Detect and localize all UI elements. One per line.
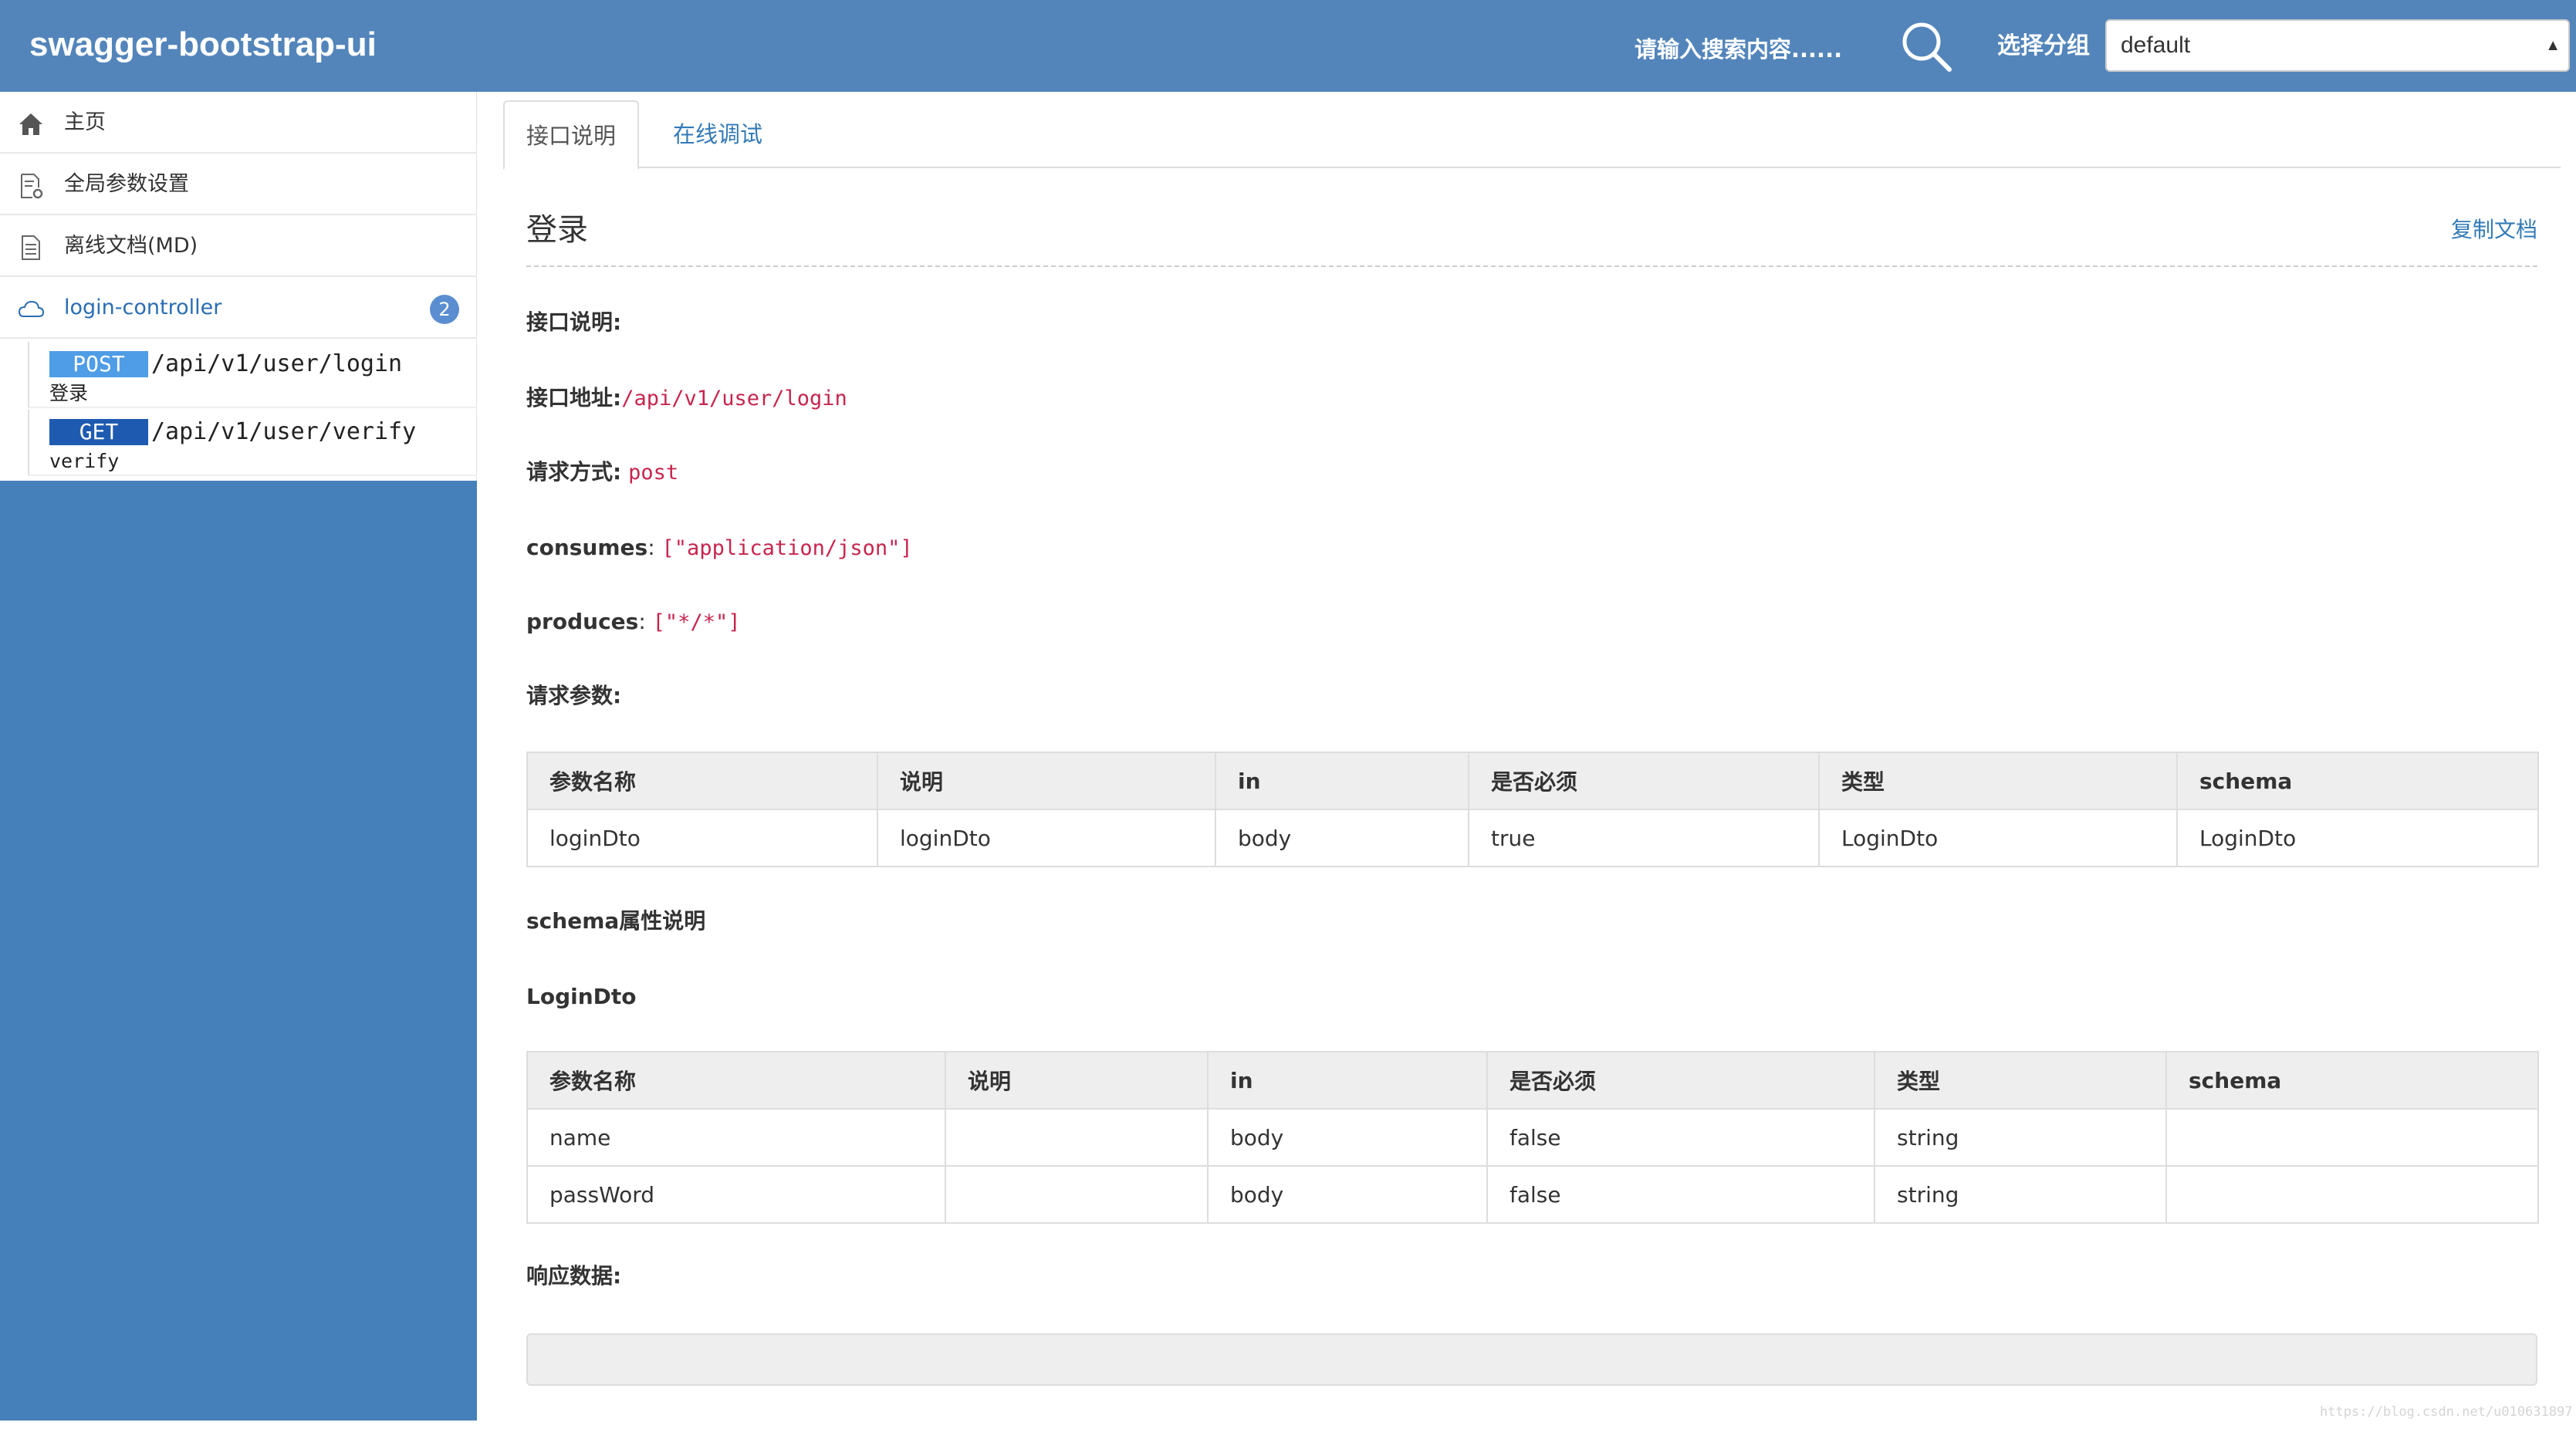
table-header-cell: schema [2165, 1051, 2539, 1110]
group-select[interactable]: default ▲ [2105, 19, 2570, 72]
search-input[interactable]: 请输入搜索内容...... [1635, 34, 1842, 65]
group-select-label: 选择分组 [1997, 32, 2090, 59]
api-summary: verify [49, 450, 120, 472]
table-header-cell: 说明 [877, 752, 1216, 810]
table-header-cell: 说明 [945, 1051, 1209, 1110]
tab-debug[interactable]: 在线调试 [664, 100, 772, 170]
method-label: 请求方式: [526, 459, 622, 485]
produces-field: produces: ["*/*"] [526, 609, 741, 634]
api-summary: 登录 [49, 382, 89, 404]
consumes-field: consumes: ["application/json"] [526, 535, 913, 560]
table-cell [2165, 1108, 2539, 1167]
schema-section-heading: schema属性说明 [526, 906, 705, 937]
sidebar: 主页 全局参数设置 离线文档(MD) login-controller 2 PO… [0, 92, 477, 1421]
sidebar-item-login-controller[interactable]: login-controller [0, 277, 477, 339]
sidebar-menu: 主页 全局参数设置 离线文档(MD) login-controller 2 PO… [0, 92, 477, 481]
consumes-value: ["application/json"] [661, 536, 913, 560]
search-icon[interactable] [1897, 17, 1956, 76]
schema-name: LoginDto [526, 984, 637, 1009]
produces-label: produces [526, 609, 639, 634]
response-label: 响应数据: [526, 1263, 622, 1289]
desc-label: 接口说明: [526, 309, 622, 335]
table-row: name body false string [526, 1108, 2539, 1167]
api-item-verify[interactable]: GET /api/v1/user/verify verify [28, 410, 477, 476]
watermark: https://blog.csdn.net/u010631897 [2320, 1404, 2573, 1420]
sidebar-item-label: 主页 [64, 110, 106, 134]
table-cell [2165, 1165, 2539, 1224]
settings-doc-icon [21, 174, 43, 199]
response-heading: 响应数据: [526, 1261, 621, 1292]
sidebar-item-label: login-controller [64, 296, 222, 319]
sidebar-item-offline-doc[interactable]: 离线文档(MD) [0, 215, 477, 277]
title-divider [526, 265, 2537, 267]
schema-section-label: schema属性说明 [526, 908, 706, 934]
table-cell: string [1874, 1108, 2167, 1167]
brand-title[interactable]: swagger-bootstrap-ui [29, 23, 377, 66]
schema-props-table: 参数名称 说明 in 是否必须 类型 schema name body fals… [526, 1051, 2539, 1224]
table-cell: body [1215, 809, 1469, 867]
table-cell [945, 1108, 1209, 1167]
table-header-cell: schema [2176, 752, 2539, 810]
api-count-badge: 2 [430, 295, 459, 324]
copy-doc-link[interactable]: 复制文档 [2451, 215, 2537, 245]
cloud-icon [18, 300, 45, 317]
table-cell: loginDto [877, 809, 1216, 867]
consumes-label: consumes [526, 535, 648, 560]
response-data-box [526, 1333, 2537, 1386]
params-label: 请求参数: [526, 683, 622, 708]
table-header-cell: 是否必须 [1486, 1051, 1875, 1110]
table-cell: passWord [526, 1165, 946, 1224]
desc-field: 接口说明: [526, 307, 621, 338]
table-row: passWord body false string [526, 1165, 2539, 1224]
home-icon [19, 113, 42, 135]
table-cell: true [1468, 809, 1820, 867]
request-params-table: 参数名称 说明 in 是否必须 类型 schema loginDto login… [526, 752, 2539, 867]
table-cell: body [1207, 1165, 1488, 1224]
page-title: 登录 [526, 212, 588, 248]
top-header: swagger-bootstrap-ui 请输入搜索内容...... 选择分组 … [0, 0, 2576, 92]
content-tabs: 接口说明 在线调试 [503, 100, 2561, 170]
document-icon [22, 235, 40, 260]
table-cell: LoginDto [2176, 809, 2539, 867]
table-cell: false [1486, 1108, 1875, 1167]
method-value: post [628, 461, 679, 485]
table-cell: name [526, 1108, 946, 1167]
url-field: 接口地址:/api/v1/user/login [526, 383, 847, 414]
table-row: loginDto loginDto body true LoginDto Log… [526, 809, 2539, 867]
table-cell: string [1874, 1165, 2167, 1224]
group-select-value: default [2121, 32, 2191, 58]
sidebar-item-label: 全局参数设置 [64, 172, 189, 196]
produces-value: ["*/*"] [652, 610, 741, 634]
table-header-cell: 类型 [1818, 752, 2178, 810]
table-cell: body [1207, 1108, 1488, 1167]
api-path: /api/v1/user/login [151, 350, 403, 377]
api-path: /api/v1/user/verify [151, 418, 417, 445]
params-heading: 请求参数: [526, 681, 621, 711]
sidebar-item-global-params[interactable]: 全局参数设置 [0, 154, 477, 215]
sidebar-item-label: 离线文档(MD) [64, 234, 198, 258]
url-value: /api/v1/user/login [621, 387, 847, 410]
table-cell: false [1486, 1165, 1875, 1224]
table-header-cell: 参数名称 [526, 752, 878, 810]
method-badge-post: POST [49, 351, 148, 377]
table-header-cell: in [1215, 752, 1469, 810]
url-label: 接口地址: [526, 385, 622, 410]
table-header-cell: in [1207, 1051, 1488, 1110]
table-cell: LoginDto [1818, 809, 2178, 867]
table-header-cell: 类型 [1874, 1051, 2167, 1110]
table-cell [945, 1165, 1209, 1224]
api-item-login[interactable]: POST /api/v1/user/login 登录 [28, 342, 477, 408]
tab-doc[interactable]: 接口说明 [503, 100, 639, 170]
method-badge-get: GET [49, 419, 148, 445]
table-cell: loginDto [526, 809, 878, 867]
select-arrows-icon: ▲ [2545, 37, 2561, 54]
schema-name-heading: LoginDto [526, 981, 637, 1012]
table-header-row: 参数名称 说明 in 是否必须 类型 schema [526, 752, 2539, 810]
table-header-cell: 是否必须 [1468, 752, 1820, 810]
method-field: 请求方式: post [526, 457, 678, 488]
table-header-cell: 参数名称 [526, 1051, 946, 1110]
table-header-row: 参数名称 说明 in 是否必须 类型 schema [526, 1051, 2539, 1110]
sidebar-item-home[interactable]: 主页 [0, 92, 477, 154]
